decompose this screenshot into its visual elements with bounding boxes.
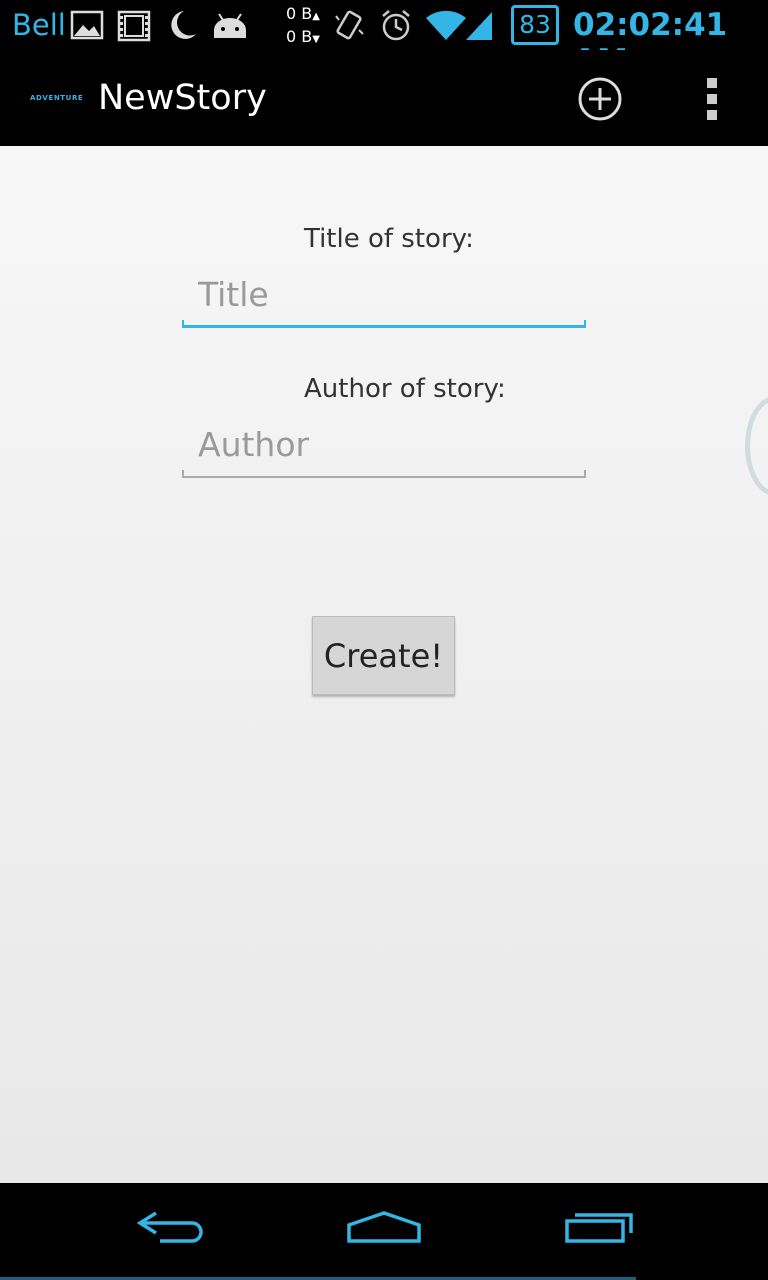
author-underline-right-tick <box>584 470 586 478</box>
app-logo: ADVENTURE <box>30 94 84 102</box>
carrier-name: Bell <box>12 8 66 42</box>
title-input[interactable] <box>182 266 586 322</box>
title-underline <box>182 325 586 328</box>
moon-icon <box>171 11 196 39</box>
page-title: NewStory <box>98 78 267 118</box>
edge-drag-handle[interactable] <box>745 396 768 496</box>
title-underline-left-tick <box>182 320 184 328</box>
status-bar: Bell 0 B▲ 0 B▼ 83 02:02:41 AM <box>0 0 768 79</box>
alarm-icon <box>382 10 410 41</box>
network-traffic: 0 B▲ 0 B▼ <box>286 4 320 46</box>
film-icon <box>117 10 151 42</box>
battery-icon: 83 <box>511 5 559 45</box>
author-input[interactable] <box>182 416 586 472</box>
author-label: Author of story: <box>304 374 506 404</box>
signal-icon <box>466 12 492 40</box>
back-icon[interactable] <box>126 1205 216 1255</box>
battery-level: 83 <box>519 10 551 39</box>
home-icon[interactable] <box>339 1205 429 1255</box>
new-story-form: Title of story: Author of story: Create! <box>0 146 768 1183</box>
add-icon[interactable] <box>577 76 623 122</box>
title-field[interactable] <box>182 266 586 328</box>
overflow-menu-icon[interactable] <box>702 78 722 120</box>
create-button[interactable]: Create! <box>312 616 455 695</box>
action-bar: ADVENTURE NewStory <box>0 50 768 146</box>
android-icon <box>214 13 246 38</box>
author-underline-left-tick <box>182 470 184 478</box>
download-amount: 0 B <box>286 27 313 46</box>
wifi-icon <box>426 10 466 40</box>
author-field[interactable] <box>182 416 586 478</box>
title-label: Title of story: <box>304 224 474 254</box>
recents-icon[interactable] <box>555 1205 645 1255</box>
image-icon <box>70 10 104 40</box>
author-underline <box>182 476 586 478</box>
title-underline-right-tick <box>584 320 586 328</box>
navigation-bar <box>0 1183 768 1280</box>
upload-amount: 0 B <box>286 4 313 23</box>
vibrate-icon <box>335 10 364 40</box>
